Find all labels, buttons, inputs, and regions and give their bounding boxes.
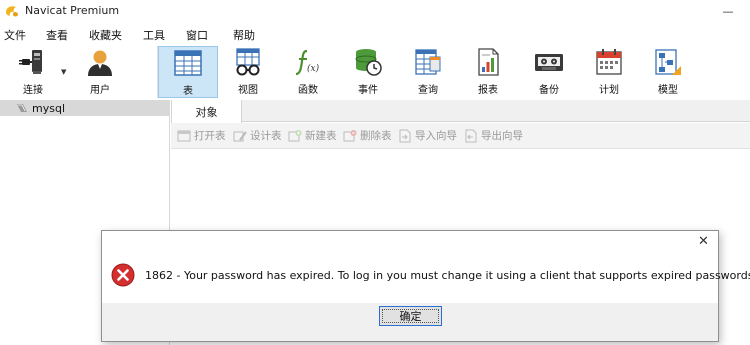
tree-item-label: mysql bbox=[32, 101, 65, 115]
user-button[interactable]: 用户 bbox=[80, 46, 120, 98]
event-clock-icon bbox=[355, 49, 382, 76]
function-label: 函数 bbox=[298, 85, 318, 96]
menu-help[interactable]: 帮助 bbox=[233, 27, 255, 43]
design-table-label: 设计表 bbox=[250, 130, 282, 142]
plug-connection-icon bbox=[19, 50, 42, 74]
ok-button[interactable]: 确定 bbox=[379, 306, 442, 326]
menu-tools[interactable]: 工具 bbox=[143, 27, 165, 43]
view-glasses-icon bbox=[236, 48, 260, 76]
delete-table-button[interactable]: 删除表 bbox=[343, 128, 392, 143]
tab-bar: 对象 bbox=[171, 100, 750, 123]
user-icon bbox=[88, 50, 112, 76]
connect-button[interactable]: 连接 bbox=[10, 46, 56, 98]
export-wizard-button[interactable]: 导出向导 bbox=[464, 128, 523, 143]
open-table-label: 打开表 bbox=[194, 130, 226, 142]
import-wizard-icon bbox=[399, 129, 411, 142]
design-table-button[interactable]: 设计表 bbox=[233, 128, 282, 143]
schedule-calendar-icon bbox=[596, 49, 622, 75]
dialog-title-bar bbox=[102, 231, 718, 253]
schedule-button[interactable]: 计划 bbox=[588, 46, 630, 98]
minimize-button[interactable]: — bbox=[712, 0, 744, 22]
error-message: 1862 - Your password has expired. To log… bbox=[145, 269, 750, 282]
mysql-connection-icon bbox=[17, 104, 27, 112]
navicat-logo-icon bbox=[6, 6, 18, 17]
model-diagram-icon bbox=[655, 49, 681, 75]
import-wizard-label: 导入向导 bbox=[415, 130, 457, 142]
navicat-window: Navicat Premium — 文件 查看 收藏夹 工具 窗口 帮助 连接 … bbox=[0, 0, 750, 345]
import-wizard-button[interactable]: 导入向导 bbox=[398, 128, 457, 143]
delete-table-icon bbox=[343, 129, 357, 141]
delete-table-label: 删除表 bbox=[360, 130, 392, 142]
export-wizard-icon bbox=[465, 129, 477, 142]
view-label: 视图 bbox=[238, 85, 258, 96]
table-button[interactable]: 表 bbox=[158, 46, 218, 98]
table-label: 表 bbox=[183, 86, 193, 97]
export-wizard-label: 导出向导 bbox=[481, 130, 523, 142]
menu-file[interactable]: 文件 bbox=[4, 27, 26, 43]
report-label: 报表 bbox=[478, 85, 498, 96]
query-icon bbox=[415, 49, 441, 75]
backup-label: 备份 bbox=[539, 85, 559, 96]
open-table-icon bbox=[177, 130, 191, 141]
event-button[interactable]: 事件 bbox=[347, 46, 389, 98]
tab-objects[interactable]: 对象 bbox=[171, 100, 242, 123]
design-table-icon bbox=[233, 130, 247, 141]
svg-text:(x): (x) bbox=[307, 63, 320, 74]
query-label: 查询 bbox=[418, 85, 438, 96]
menu-bar: 文件 查看 收藏夹 工具 窗口 帮助 bbox=[0, 24, 750, 44]
function-fx-icon: (x) bbox=[295, 49, 320, 76]
backup-tape-icon bbox=[535, 54, 563, 71]
model-button[interactable]: 模型 bbox=[647, 46, 689, 98]
open-table-button[interactable]: 打开表 bbox=[177, 128, 226, 143]
menu-view[interactable]: 查看 bbox=[46, 27, 68, 43]
dialog-close-button[interactable]: ✕ bbox=[698, 235, 709, 248]
title-bar: Navicat Premium — bbox=[0, 0, 750, 22]
new-table-icon bbox=[288, 129, 302, 141]
menu-window[interactable]: 窗口 bbox=[186, 27, 208, 43]
window-title: Navicat Premium bbox=[25, 4, 120, 17]
event-label: 事件 bbox=[358, 85, 378, 96]
view-button[interactable]: 视图 bbox=[226, 46, 270, 98]
connect-dropdown-caret-icon[interactable]: ▼ bbox=[61, 68, 66, 76]
table-icon bbox=[174, 50, 202, 76]
report-button[interactable]: 报表 bbox=[467, 46, 509, 98]
model-label: 模型 bbox=[658, 85, 678, 96]
query-button[interactable]: 查询 bbox=[407, 46, 449, 98]
new-table-button[interactable]: 新建表 bbox=[288, 128, 337, 143]
error-dialog: ✕ 1862 - Your password has expired. To l… bbox=[101, 230, 750, 342]
menu-favorites[interactable]: 收藏夹 bbox=[89, 27, 122, 43]
tree-item-mysql[interactable]: mysql bbox=[0, 100, 170, 116]
object-toolbar: 打开表 设计表 新建表 删除表 导入向导 导出向导 bbox=[171, 123, 750, 149]
error-icon bbox=[111, 263, 135, 287]
report-chart-icon bbox=[478, 48, 499, 76]
user-label: 用户 bbox=[90, 85, 110, 96]
connect-label: 连接 bbox=[23, 85, 43, 96]
main-toolbar: 连接 ▼ 用户 表 视图 (x) 函数 事件 查询 报表 备份 计划 模型 bbox=[0, 44, 750, 100]
function-button[interactable]: (x) 函数 bbox=[287, 46, 329, 98]
new-table-label: 新建表 bbox=[305, 130, 337, 142]
schedule-label: 计划 bbox=[599, 85, 619, 96]
backup-button[interactable]: 备份 bbox=[528, 46, 570, 98]
